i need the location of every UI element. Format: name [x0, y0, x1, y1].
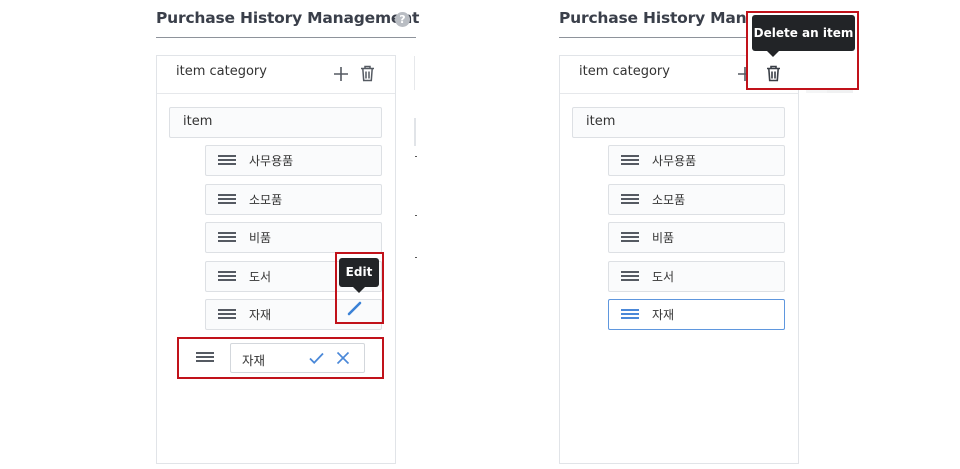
root-item-label: item — [586, 114, 616, 129]
drag-handle-icon[interactable] — [218, 309, 236, 320]
list-item-label: 자재 — [652, 308, 675, 322]
delete-tooltip: Delete an item — [752, 15, 855, 51]
list-item-label: 도서 — [249, 270, 272, 284]
drag-handle-icon[interactable] — [196, 352, 214, 363]
page-title: Purchase History Management — [156, 9, 420, 27]
drag-handle-icon[interactable] — [218, 194, 236, 205]
list-item-label: 비품 — [652, 231, 675, 245]
edit-tooltip: Edit — [339, 258, 379, 287]
delete-tooltip-arrow — [767, 51, 779, 57]
panel-header: item category — [176, 64, 267, 79]
drag-handle-icon[interactable] — [218, 155, 236, 166]
plus-icon[interactable] — [333, 66, 349, 82]
partial-panel-edge — [414, 56, 415, 90]
drag-handle-icon[interactable] — [621, 232, 639, 243]
title-divider — [559, 37, 747, 38]
partial-mark — [415, 156, 417, 157]
drag-handle-icon[interactable] — [621, 155, 639, 166]
list-item-label: 사무용품 — [249, 154, 294, 168]
item-name-input-value: 자재 — [242, 353, 266, 368]
drag-handle-icon[interactable] — [218, 232, 236, 243]
list-item-label: 비품 — [249, 231, 272, 245]
root-item-label: item — [183, 114, 213, 129]
list-item-label: 자재 — [249, 308, 272, 322]
trash-icon[interactable] — [360, 65, 375, 82]
close-icon[interactable] — [336, 350, 350, 365]
panel-header-divider — [157, 93, 395, 94]
drag-handle-icon[interactable] — [621, 309, 639, 320]
partial-mark — [415, 257, 417, 258]
list-item-label: 도서 — [652, 270, 675, 284]
title-divider — [156, 37, 416, 38]
panel-header-divider — [560, 93, 798, 94]
list-item-label: 소모품 — [249, 193, 283, 207]
partial-mark — [415, 215, 417, 216]
help-icon[interactable]: ? — [395, 12, 410, 27]
pencil-icon[interactable] — [347, 300, 363, 316]
edit-tooltip-arrow — [353, 287, 365, 293]
drag-handle-icon[interactable] — [218, 271, 236, 282]
partial-box-edge — [414, 118, 416, 146]
drag-handle-icon[interactable] — [621, 194, 639, 205]
drag-handle-icon[interactable] — [621, 271, 639, 282]
list-item-label: 사무용품 — [652, 154, 697, 168]
panel-header: item category — [579, 64, 670, 79]
trash-icon[interactable] — [766, 65, 781, 82]
list-item-label: 소모품 — [652, 193, 686, 207]
check-icon[interactable] — [309, 350, 324, 364]
